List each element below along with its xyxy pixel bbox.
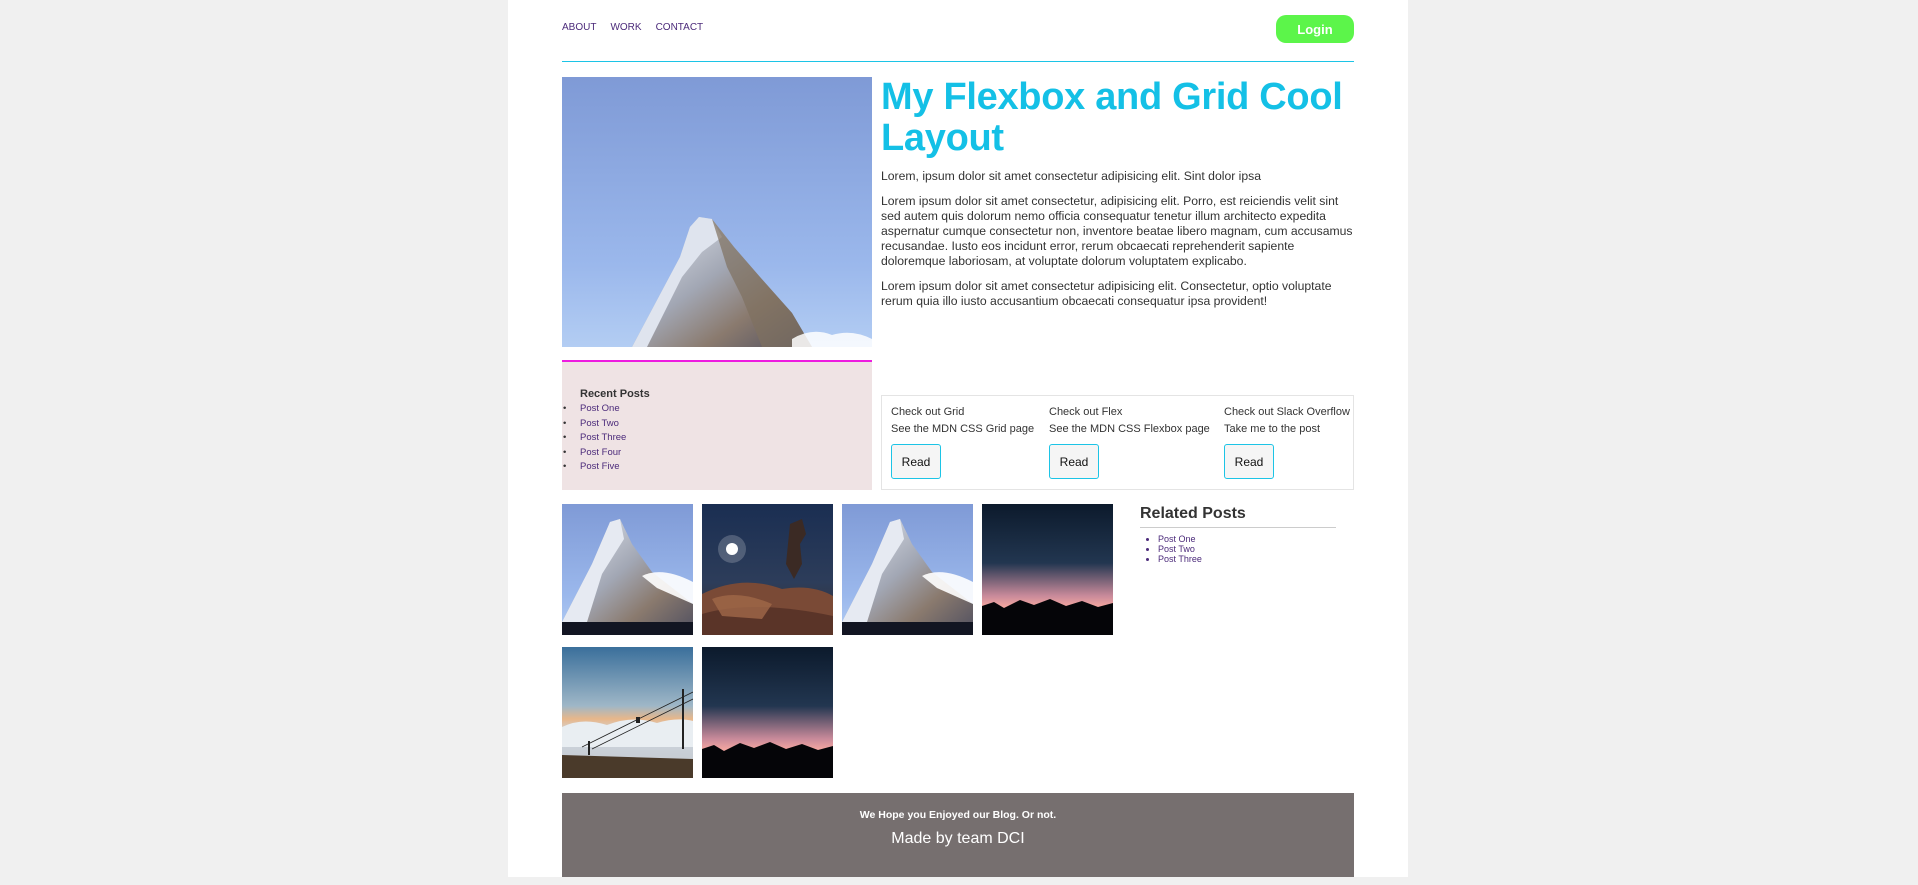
footer: We Hope you Enjoyed our Blog. Or not. Ma…	[562, 793, 1354, 877]
card-description: See the MDN CSS Grid page	[891, 423, 1035, 435]
gallery-image	[702, 504, 833, 635]
card-title: Check out Slack Overflow	[1224, 406, 1350, 418]
intro-paragraph: Lorem, ipsum dolor sit amet consectetur …	[881, 169, 1262, 183]
body-paragraph: Lorem ipsum dolor sit amet consectetur, …	[881, 194, 1353, 268]
header-divider	[562, 61, 1354, 62]
card-grid: Check out Grid See the MDN CSS Grid page…	[891, 406, 1034, 479]
recent-post-link[interactable]: Post Five	[563, 460, 626, 475]
related-posts-title: Related Posts	[1140, 504, 1336, 528]
read-button[interactable]: Read	[1224, 444, 1274, 479]
recent-post-link[interactable]: Post Four	[563, 446, 626, 461]
read-button[interactable]: Read	[1049, 444, 1099, 479]
gallery-image	[982, 504, 1113, 635]
card-description: See the MDN CSS Flexbox page	[1049, 423, 1210, 435]
recent-posts: Recent Posts Post One Post Two Post Thre…	[562, 360, 872, 490]
nav-contact-link[interactable]: CONTACT	[656, 22, 704, 33]
recent-posts-list: Post One Post Two Post Three Post Four P…	[563, 402, 626, 475]
gallery-image	[562, 504, 693, 635]
recent-post-link[interactable]: Post Two	[563, 417, 626, 432]
card-description: Take me to the post	[1224, 423, 1320, 435]
gallery-image	[562, 647, 693, 778]
hero-image	[562, 77, 872, 347]
login-button[interactable]: Login	[1276, 15, 1354, 43]
related-post-link[interactable]: Post Two	[1158, 544, 1336, 554]
footer-credit: Made by team DCI	[891, 830, 1025, 847]
main-nav: ABOUT WORK CONTACT	[562, 22, 703, 33]
nav-about-link[interactable]: ABOUT	[562, 22, 596, 33]
recent-posts-title: Recent Posts	[580, 388, 650, 400]
card-overflow: Check out Slack Overflow Take me to the …	[1224, 406, 1350, 479]
hero-text: My Flexbox and Grid Cool Layout Lorem, i…	[881, 77, 1354, 309]
related-posts-list: Post One Post Two Post Three	[1140, 534, 1336, 564]
gallery-image	[702, 647, 833, 778]
footer-tagline: We Hope you Enjoyed our Blog. Or not.	[859, 809, 1057, 821]
page: ABOUT WORK CONTACT Login My Flexbox and …	[508, 0, 1408, 877]
card-title: Check out Grid	[891, 406, 965, 418]
recent-post-link[interactable]: Post Three	[563, 431, 626, 446]
recent-post-link[interactable]: Post One	[563, 402, 626, 417]
nav-work-link[interactable]: WORK	[610, 22, 641, 33]
related-post-link[interactable]: Post One	[1158, 534, 1336, 544]
related-posts: Related Posts Post One Post Two Post Thr…	[1140, 504, 1336, 564]
card-flex: Check out Flex See the MDN CSS Flexbox p…	[1049, 406, 1210, 479]
page-title: My Flexbox and Grid Cool Layout	[881, 76, 1343, 159]
cards-row: Check out Grid See the MDN CSS Grid page…	[881, 395, 1354, 490]
related-post-link[interactable]: Post Three	[1158, 554, 1336, 564]
card-title: Check out Flex	[1049, 406, 1123, 418]
gallery-image	[842, 504, 973, 635]
body-paragraph-2: Lorem ipsum dolor sit amet consectetur a…	[881, 279, 1332, 308]
read-button[interactable]: Read	[891, 444, 941, 479]
